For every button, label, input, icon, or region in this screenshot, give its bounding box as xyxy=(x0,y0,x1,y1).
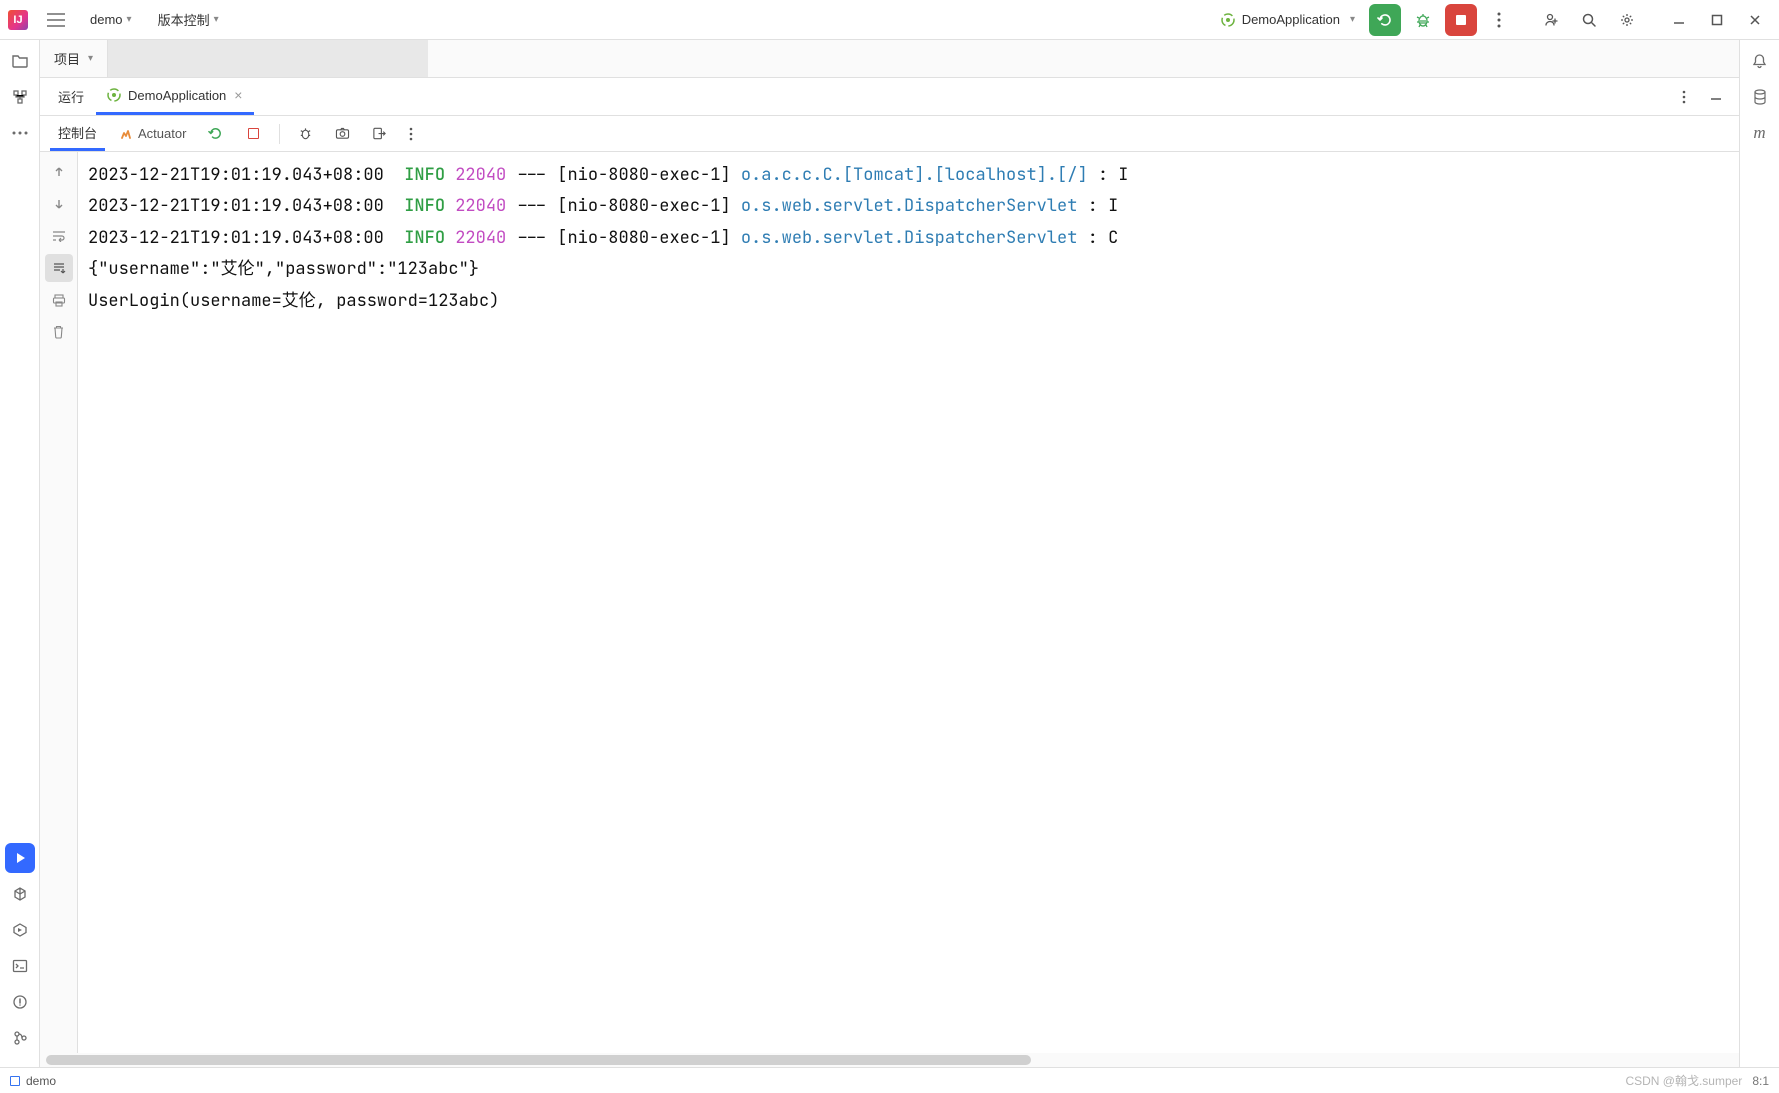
run-config-name: DemoApplication xyxy=(1242,12,1340,27)
main-menu-button[interactable] xyxy=(42,6,70,34)
project-panel-tab[interactable]: 项目 ▾ xyxy=(40,40,108,77)
run-config-selector[interactable]: DemoApplication ▾ xyxy=(1212,8,1363,32)
settings-button[interactable] xyxy=(1611,4,1643,36)
console-more-button[interactable] xyxy=(401,116,421,151)
app-icon: IJ xyxy=(8,10,28,30)
chevron-down-icon: ▾ xyxy=(214,14,219,25)
terminal-tool-button[interactable] xyxy=(5,951,35,981)
run-tab-label: DemoApplication xyxy=(128,88,226,103)
run-tab-demoapplication[interactable]: DemoApplication × xyxy=(96,78,254,115)
exit-button[interactable] xyxy=(364,116,395,151)
structure-tool-button[interactable] xyxy=(5,82,35,112)
scroll-up-button[interactable] xyxy=(45,158,73,186)
left-tool-stripe xyxy=(0,40,40,1067)
stop-button[interactable] xyxy=(1445,4,1477,36)
services-tool-button[interactable] xyxy=(5,915,35,945)
run-tool-tabs: 运行 DemoApplication × xyxy=(40,78,1739,116)
close-tab-button[interactable]: × xyxy=(232,87,244,103)
hide-run-panel-button[interactable] xyxy=(1703,84,1729,110)
project-tool-button[interactable] xyxy=(5,46,35,76)
maven-tool-button[interactable]: m xyxy=(1745,118,1775,148)
project-name: demo xyxy=(90,12,123,27)
chevron-down-icon: ▾ xyxy=(88,53,93,64)
run-tool-button[interactable] xyxy=(5,843,35,873)
search-button[interactable] xyxy=(1573,4,1605,36)
status-module-name: demo xyxy=(26,1074,56,1088)
scrollbar-thumb[interactable] xyxy=(46,1055,1031,1065)
chevron-down-icon: ▾ xyxy=(1350,14,1355,25)
maximize-button[interactable] xyxy=(1701,4,1733,36)
run-tab-options-button[interactable] xyxy=(1671,84,1697,110)
stop-process-button[interactable] xyxy=(237,116,269,151)
console-output[interactable]: 2023-12-21T19:01:19.043+08:00 INFO 22040… xyxy=(78,152,1739,1053)
console-gutter xyxy=(40,152,78,1053)
scroll-down-button[interactable] xyxy=(45,190,73,218)
more-actions-button[interactable] xyxy=(1483,4,1515,36)
editor-tabs-empty xyxy=(108,40,428,77)
snapshot-button[interactable] xyxy=(327,116,358,151)
rerun-button[interactable] xyxy=(1369,4,1401,36)
code-with-me-button[interactable] xyxy=(1535,4,1567,36)
watermark-text: CSDN @翰戈.sumper xyxy=(1625,1072,1742,1089)
clear-console-button[interactable] xyxy=(45,318,73,346)
titlebar: IJ demo ▾ 版本控制 ▾ DemoApplication ▾ xyxy=(0,0,1779,40)
status-bar: demo CSDN @翰戈.sumper 8:1 xyxy=(0,1067,1779,1093)
vcs-breadcrumb[interactable]: 版本控制 ▾ xyxy=(152,6,225,33)
spring-boot-icon xyxy=(106,87,122,103)
module-icon xyxy=(10,1076,20,1086)
minimize-button[interactable] xyxy=(1663,4,1695,36)
notifications-button[interactable] xyxy=(1745,46,1775,76)
run-panel-label: 运行 xyxy=(50,87,92,106)
soft-wrap-button[interactable] xyxy=(45,222,73,250)
chevron-down-icon: ▾ xyxy=(127,14,132,25)
caret-position[interactable]: 8:1 xyxy=(1752,1074,1769,1088)
print-button[interactable] xyxy=(45,286,73,314)
console-toolbar: 控制台 Actuator xyxy=(40,116,1739,152)
actuator-tab[interactable]: Actuator xyxy=(111,116,194,151)
horizontal-scrollbar[interactable] xyxy=(40,1053,1739,1067)
git-tool-button[interactable] xyxy=(5,1023,35,1053)
project-header-row: 项目 ▾ xyxy=(40,40,1739,78)
spring-boot-icon xyxy=(1220,12,1236,28)
more-tools-button[interactable] xyxy=(5,118,35,148)
vcs-label: 版本控制 xyxy=(158,10,210,29)
restart-button[interactable] xyxy=(200,116,231,151)
problems-tool-button[interactable] xyxy=(5,987,35,1017)
debug-attach-button[interactable] xyxy=(290,116,321,151)
close-window-button[interactable] xyxy=(1739,4,1771,36)
console-tab[interactable]: 控制台 xyxy=(50,116,105,151)
scroll-to-end-button[interactable] xyxy=(45,254,73,282)
debug-button[interactable] xyxy=(1407,4,1439,36)
actuator-icon xyxy=(119,127,133,141)
project-panel-title: 项目 xyxy=(54,49,80,68)
project-breadcrumb[interactable]: demo ▾ xyxy=(84,8,138,31)
database-tool-button[interactable] xyxy=(1745,82,1775,112)
right-tool-stripe: m xyxy=(1739,40,1779,1067)
build-tool-button[interactable] xyxy=(5,879,35,909)
